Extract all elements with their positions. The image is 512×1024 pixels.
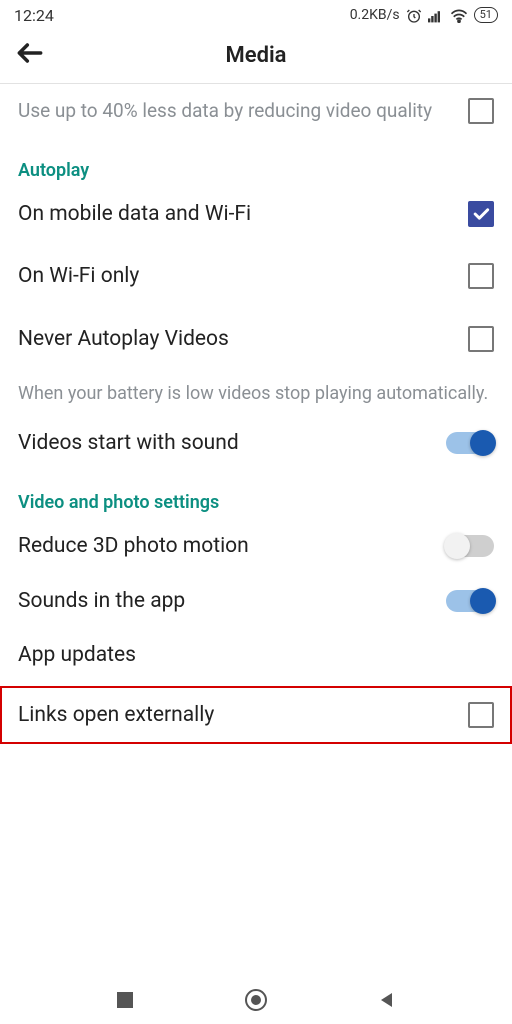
setting-label: Sounds in the app [18, 588, 446, 614]
setting-sounds-app[interactable]: Sounds in the app [18, 574, 494, 628]
setting-app-updates[interactable]: App updates [18, 628, 494, 682]
setting-label: Reduce 3D photo motion [18, 533, 446, 559]
toggle-videos-sound[interactable] [446, 432, 494, 454]
page-title: Media [0, 43, 512, 68]
checkbox-wifi-only[interactable] [468, 263, 494, 289]
app-bar: Media [0, 27, 512, 83]
option-wifi-only[interactable]: On Wi-Fi only [18, 249, 494, 303]
setting-label: Links open externally [18, 702, 468, 728]
setting-videos-sound[interactable]: Videos start with sound [18, 416, 494, 470]
checkbox-links-external[interactable] [468, 702, 494, 728]
system-navbar [0, 976, 512, 1024]
data-rate: 0.2KB/s [350, 7, 400, 23]
setting-label: Use up to 40% less data by reducing vide… [18, 99, 468, 123]
section-video-photo: Video and photo settings [18, 470, 494, 519]
battery-icon: 51 [474, 7, 498, 23]
option-label: On Wi-Fi only [18, 263, 468, 289]
status-bar: 12:24 0.2KB/s 51 [0, 0, 512, 27]
setting-data-saver[interactable]: Use up to 40% less data by reducing vide… [18, 84, 494, 138]
nav-back-icon[interactable] [367, 991, 407, 1009]
section-autoplay: Autoplay [18, 138, 494, 187]
alarm-icon [406, 7, 422, 23]
option-mobile-wifi[interactable]: On mobile data and Wi-Fi [18, 187, 494, 241]
setting-links-external[interactable]: Links open externally [0, 686, 512, 744]
wifi-icon [450, 7, 468, 23]
checkbox-never[interactable] [468, 326, 494, 352]
signal-icon [428, 7, 444, 23]
status-time: 12:24 [14, 6, 54, 25]
status-right: 0.2KB/s 51 [350, 7, 498, 23]
setting-reduce-3d[interactable]: Reduce 3D photo motion [18, 519, 494, 573]
option-never[interactable]: Never Autoplay Videos [18, 312, 494, 366]
nav-recent-icon[interactable] [105, 991, 145, 1009]
toggle-sounds-app[interactable] [446, 590, 494, 612]
autoplay-helper: When your battery is low videos stop pla… [18, 366, 494, 416]
checkbox-mobile-wifi[interactable] [468, 201, 494, 227]
option-label: On mobile data and Wi-Fi [18, 201, 468, 227]
option-label: Never Autoplay Videos [18, 326, 468, 352]
toggle-reduce-3d[interactable] [446, 535, 494, 557]
setting-label: Videos start with sound [18, 430, 446, 456]
nav-home-icon[interactable] [236, 988, 276, 1012]
setting-label: App updates [18, 642, 494, 668]
checkbox-data-saver[interactable] [468, 98, 494, 124]
